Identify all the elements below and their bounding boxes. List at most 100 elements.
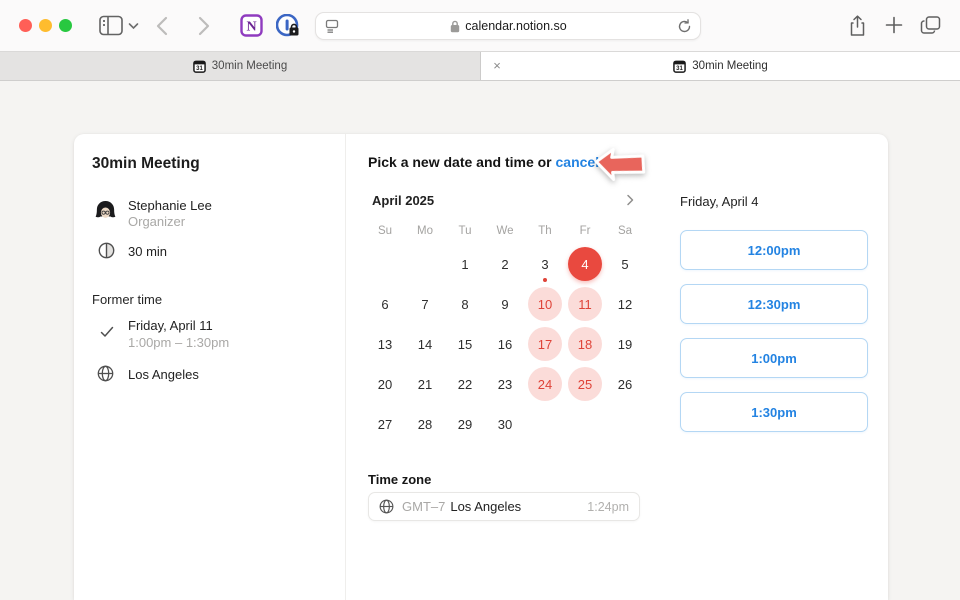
day-cell-12: 12 [605, 284, 645, 324]
day-cell-28: 28 [405, 404, 445, 444]
timezone-city: Los Angeles [450, 499, 521, 514]
heading-text: Pick a new date and time or [368, 154, 552, 170]
url-text: calendar.notion.so [465, 19, 566, 33]
tab-label: 30min Meeting [692, 60, 767, 72]
day-cell-22: 22 [445, 364, 485, 404]
selected-date-label: Friday, April 4 [680, 194, 759, 209]
forward-icon[interactable] [198, 16, 210, 36]
tab-overview-icon[interactable] [920, 15, 942, 35]
day-cell-2: 2 [485, 244, 525, 284]
page-settings-icon[interactable] [324, 18, 340, 34]
day-cell-5: 5 [605, 244, 645, 284]
former-time-label: Former time [92, 292, 162, 307]
weekday-header: Sa [605, 218, 645, 244]
check-icon [100, 325, 114, 343]
next-month-icon[interactable] [620, 190, 640, 210]
booking-card: 30min Meeting Stephanie Lee Organizer 30… [74, 134, 888, 600]
reload-icon[interactable] [677, 19, 692, 34]
url-text-wrap: calendar.notion.so [340, 19, 677, 33]
browser-toolbar: N calendar.notion.so [0, 0, 960, 52]
day-cell-25[interactable]: 25 [565, 364, 605, 404]
duration-icon [98, 242, 115, 264]
day-cell-6: 6 [365, 284, 405, 324]
day-cell-4[interactable]: 4 [565, 244, 605, 284]
day-cell-7: 7 [405, 284, 445, 324]
day-cell-19: 19 [605, 324, 645, 364]
time-slot-list: 12:00pm 12:30pm 1:00pm 1:30pm [680, 230, 868, 446]
day-cell-1: 1 [445, 244, 485, 284]
day-cell-13: 13 [365, 324, 405, 364]
empty-day-cell [365, 244, 405, 284]
svg-text:31: 31 [196, 66, 203, 72]
day-cell-10[interactable]: 10 [525, 284, 565, 324]
weekday-header: Mo [405, 218, 445, 244]
timezone-label: Time zone [368, 472, 431, 487]
day-cell-11[interactable]: 11 [565, 284, 605, 324]
time-slot-button[interactable]: 12:30pm [680, 284, 868, 324]
timezone-selector[interactable]: GMT–7 Los Angeles 1:24pm [368, 492, 640, 521]
event-location: Los Angeles [128, 367, 199, 382]
day-cell-15: 15 [445, 324, 485, 364]
day-cell-21: 21 [405, 364, 445, 404]
chevron-down-icon[interactable] [128, 22, 139, 30]
weekday-header: Fr [565, 218, 605, 244]
tab-30min-meeting-active[interactable]: × 31 30min Meeting [481, 52, 960, 80]
close-tab-icon[interactable]: × [489, 58, 505, 74]
globe-icon [97, 365, 114, 387]
lock-icon [450, 20, 460, 33]
weekday-header: Th [525, 218, 565, 244]
day-cell-18[interactable]: 18 [565, 324, 605, 364]
pointer-arrow-icon [593, 145, 650, 190]
day-cell-27: 27 [365, 404, 405, 444]
day-cell-8: 8 [445, 284, 485, 324]
sidebar-toggle-icon[interactable] [99, 15, 123, 36]
day-cell-17[interactable]: 17 [525, 324, 565, 364]
day-cell-20: 20 [365, 364, 405, 404]
tab-label: 30min Meeting [212, 60, 287, 72]
day-cell-29: 29 [445, 404, 485, 444]
back-icon[interactable] [156, 16, 168, 36]
day-cell-23: 23 [485, 364, 525, 404]
day-cell-26: 26 [605, 364, 645, 404]
day-cell-14: 14 [405, 324, 445, 364]
timezone-offset: GMT–7 [402, 499, 445, 514]
event-duration: 30 min [128, 244, 167, 259]
calendar-grid: SuMoTuWeThFrSa12345678910111213141516171… [365, 218, 645, 444]
former-date: Friday, April 11 [128, 318, 213, 333]
new-tab-icon[interactable] [885, 16, 903, 34]
organizer-avatar [94, 200, 117, 223]
former-time-range: 1:00pm – 1:30pm [128, 335, 229, 350]
empty-day-cell [405, 244, 445, 284]
day-cell-30: 30 [485, 404, 525, 444]
time-slot-button[interactable]: 1:00pm [680, 338, 868, 378]
svg-text:N: N [246, 20, 256, 35]
time-slot-button[interactable]: 12:00pm [680, 230, 868, 270]
tab-bar: 31 30min Meeting × 31 30min Meeting [0, 52, 960, 81]
time-slot-button[interactable]: 1:30pm [680, 392, 868, 432]
page-background: 30min Meeting Stephanie Lee Organizer 30… [0, 82, 960, 600]
cancel-link[interactable]: cancel [556, 154, 600, 170]
today-dot [543, 278, 547, 282]
calendar-favicon: 31 [193, 60, 206, 73]
svg-text:31: 31 [676, 66, 683, 72]
window-zoom-button[interactable] [59, 19, 72, 32]
panel-divider [345, 134, 346, 600]
address-bar[interactable]: calendar.notion.so [315, 12, 701, 40]
window-minimize-button[interactable] [39, 19, 52, 32]
globe-icon [379, 499, 394, 514]
weekday-header: We [485, 218, 525, 244]
scheduler-heading: Pick a new date and time or cancel [368, 154, 599, 170]
calendar-month-label: April 2025 [372, 193, 434, 208]
window-close-button[interactable] [19, 19, 32, 32]
share-icon[interactable] [848, 15, 867, 37]
calendar-favicon: 31 [673, 60, 686, 73]
day-cell-24[interactable]: 24 [525, 364, 565, 404]
notion-extension-icon[interactable]: N [240, 14, 263, 37]
day-cell-3: 3 [525, 244, 565, 284]
organizer-role: Organizer [128, 214, 185, 229]
day-cell-9: 9 [485, 284, 525, 324]
onepassword-extension-icon[interactable] [276, 14, 300, 38]
event-title: 30min Meeting [92, 155, 200, 173]
timezone-current-time: 1:24pm [587, 500, 629, 514]
tab-30min-meeting-inactive[interactable]: 31 30min Meeting [0, 52, 481, 80]
